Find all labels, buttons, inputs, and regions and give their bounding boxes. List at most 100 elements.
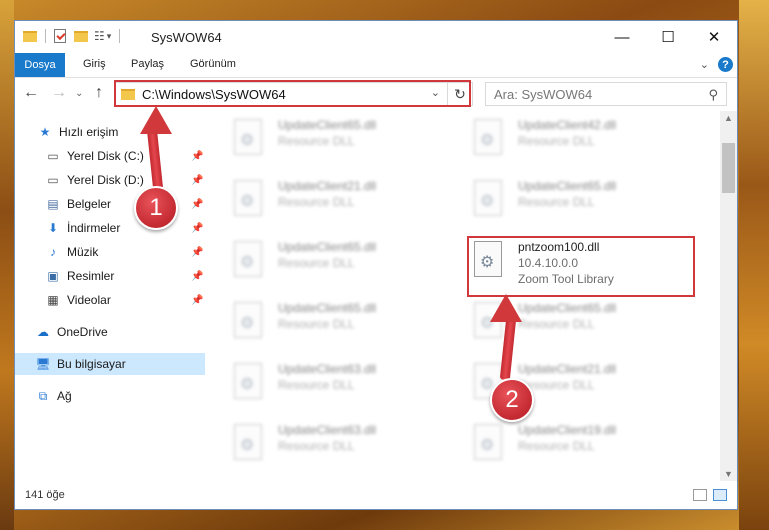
file-name: UpdateClient19.dll	[518, 423, 617, 437]
drive-icon: ▭	[47, 173, 59, 187]
address-highlight-box	[114, 80, 471, 107]
sidebar-item-label: Videolar	[67, 293, 111, 307]
sidebar-item-label: Yerel Disk (D:)	[67, 173, 144, 187]
network-icon: ⧉	[38, 388, 48, 403]
computer-icon: 🖥	[35, 357, 51, 371]
sidebar-item-this-pc[interactable]: 🖥 Bu bilgisayar	[15, 353, 205, 375]
window-title: SysWOW64	[151, 30, 222, 45]
pin-icon[interactable]: 📌	[191, 199, 203, 210]
dll-file-icon	[234, 241, 262, 277]
file-highlight-box	[467, 236, 695, 297]
callout-2: 2	[490, 378, 534, 422]
properties-icon[interactable]	[54, 29, 66, 43]
sidebar-item-music[interactable]: ♪ Müzik 📌	[45, 241, 235, 263]
large-icons-view-icon[interactable]	[713, 489, 727, 501]
new-folder-icon[interactable]	[74, 30, 88, 42]
sidebar-item-label: Bu bilgisayar	[57, 357, 126, 371]
view-options-icon[interactable]: ☷	[94, 29, 105, 43]
help-icon[interactable]: ?	[718, 57, 733, 72]
desktop-background-left	[0, 0, 14, 530]
file-type: Resource DLL	[278, 378, 355, 392]
callout-1: 1	[134, 186, 178, 230]
scroll-down-icon[interactable]: ▼	[724, 469, 733, 479]
file-type: Resource DLL	[518, 317, 595, 331]
file-name: UpdateClient65.dll	[278, 301, 377, 315]
file-type: Resource DLL	[518, 378, 595, 392]
sidebar-item-disk-d[interactable]: ▭ Yerel Disk (D:) 📌	[45, 169, 235, 191]
documents-icon: ▤	[47, 197, 59, 211]
file-item[interactable]: UpdateClient63.dll Resource DLL	[230, 422, 430, 472]
scroll-thumb[interactable]	[722, 143, 735, 193]
sidebar-item-disk-c[interactable]: ▭ Yerel Disk (C:) 📌	[45, 145, 235, 167]
folder-icon	[23, 30, 37, 42]
dll-file-icon	[474, 424, 502, 460]
ribbon-tabs: Dosya Giriş Paylaş Görünüm ⌄ ?	[15, 53, 737, 78]
file-type: Resource DLL	[278, 256, 355, 270]
sidebar-item-label: Belgeler	[67, 197, 112, 211]
dll-file-icon	[234, 363, 262, 399]
sidebar-item-network[interactable]: ⧉ Ağ	[35, 385, 225, 407]
tab-gorunum[interactable]: Görünüm	[190, 58, 236, 70]
music-icon: ♪	[50, 245, 56, 259]
dll-file-icon	[234, 424, 262, 460]
tab-dosya[interactable]: Dosya	[15, 53, 65, 77]
file-item[interactable]: UpdateClient63.dll Resource DLL	[230, 361, 430, 411]
download-icon: ⬇	[47, 221, 59, 235]
dll-file-icon	[234, 119, 262, 155]
tab-paylas[interactable]: Paylaş	[131, 58, 164, 70]
dll-file-icon	[234, 302, 262, 338]
pin-icon[interactable]: 📌	[191, 271, 203, 282]
status-bar: 141 öğe	[15, 483, 737, 509]
file-item[interactable]: UpdateClient21.dll Resource DLL	[230, 178, 430, 228]
customize-dropdown-icon[interactable]: ▾	[107, 31, 112, 42]
callout-1-arrowhead	[140, 106, 172, 134]
file-type: Resource DLL	[278, 134, 355, 148]
pin-icon[interactable]: 📌	[191, 175, 203, 186]
pin-icon[interactable]: 📌	[191, 295, 203, 306]
sidebar-item-label: Ağ	[57, 389, 72, 403]
file-item[interactable]: UpdateClient65.dll Resource DLL	[230, 117, 430, 167]
sidebar-item-label: Müzik	[67, 245, 99, 259]
file-item[interactable]: UpdateClient19.dll Resource DLL	[470, 422, 670, 472]
back-icon[interactable]: ←	[23, 84, 39, 102]
item-count: 141 öğe	[25, 489, 65, 501]
sidebar-item-videos[interactable]: ▦ Videolar 📌	[45, 289, 235, 311]
file-name: UpdateClient21.dll	[518, 362, 617, 376]
file-item[interactable]: UpdateClient42.dll Resource DLL	[470, 117, 670, 167]
minimize-button[interactable]: —	[599, 21, 645, 53]
pin-icon[interactable]: 📌	[191, 151, 203, 162]
callout-2-arrowhead	[490, 294, 522, 322]
toolbar-separator	[119, 29, 121, 43]
file-item[interactable]: UpdateClient65.dll Resource DLL	[230, 239, 430, 289]
sidebar-item-label: Resimler	[67, 269, 115, 283]
tab-giris[interactable]: Giriş	[83, 58, 106, 70]
search-icon[interactable]: ⚲	[708, 87, 718, 103]
sidebar-item-onedrive[interactable]: ☁ OneDrive	[35, 321, 225, 343]
pin-icon[interactable]: 📌	[191, 247, 203, 258]
sidebar-item-pictures[interactable]: ▣ Resimler 📌	[45, 265, 235, 287]
pin-icon[interactable]: 📌	[191, 223, 203, 234]
desktop-background-right	[739, 0, 769, 530]
up-icon[interactable]: ↑	[95, 84, 103, 102]
vertical-scrollbar[interactable]: ▲ ▼	[720, 111, 737, 481]
file-type: Resource DLL	[278, 195, 355, 209]
sidebar-item-quick-access[interactable]: ★ Hızlı erişim	[37, 121, 227, 143]
file-type: Resource DLL	[518, 134, 595, 148]
file-item[interactable]: UpdateClient65.dll Resource DLL	[470, 178, 670, 228]
search-input[interactable]: Ara: SysWOW64 ⚲	[485, 82, 727, 106]
file-name: UpdateClient65.dll	[278, 118, 377, 132]
sidebar-item-label: İndirmeler	[67, 221, 121, 235]
sidebar-item-label: Hızlı erişim	[59, 125, 119, 139]
recent-locations-icon[interactable]: ⌄	[75, 88, 83, 99]
file-name: UpdateClient65.dll	[518, 301, 617, 315]
close-button[interactable]: ✕	[691, 21, 737, 53]
details-view-icon[interactable]	[693, 489, 707, 501]
maximize-button[interactable]: ☐	[645, 21, 691, 53]
scroll-up-icon[interactable]: ▲	[724, 113, 733, 123]
forward-icon[interactable]: →	[51, 84, 67, 102]
file-name: UpdateClient65.dll	[278, 240, 377, 254]
file-item[interactable]: UpdateClient65.dll Resource DLL	[230, 300, 430, 350]
file-name: UpdateClient65.dll	[518, 179, 617, 193]
star-icon: ★	[39, 125, 51, 139]
expand-ribbon-icon[interactable]: ⌄	[700, 58, 709, 71]
